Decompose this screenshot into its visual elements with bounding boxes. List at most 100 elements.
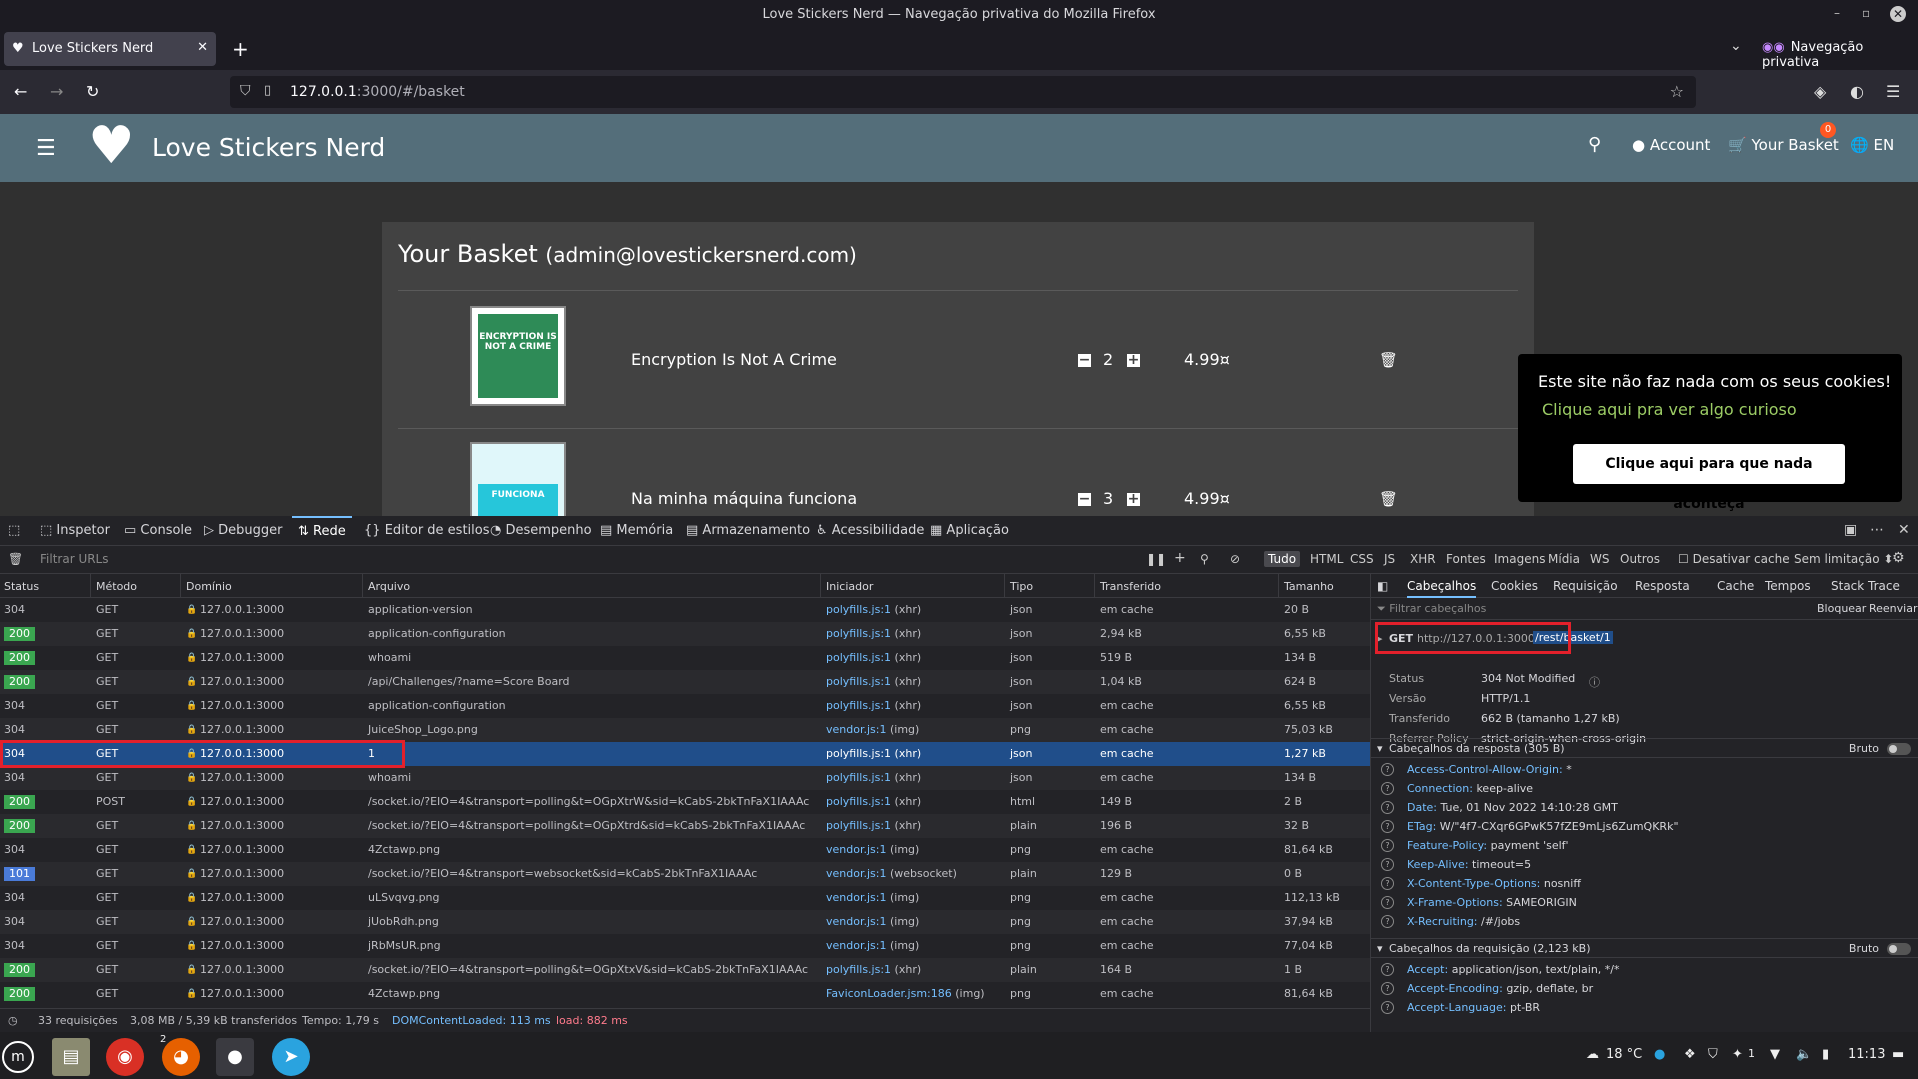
filter-headers-input[interactable]: ⏷ Filtrar cabeçalhos xyxy=(1377,602,1486,616)
filter-html[interactable]: HTML xyxy=(1310,552,1343,566)
raw-toggle[interactable] xyxy=(1887,943,1911,955)
header-row[interactable]: ? Connection: keep-alive xyxy=(1371,779,1918,798)
url-bar[interactable]: ⛉ ▯ 127.0.0.1:3000/#/basket ☆ xyxy=(230,76,1696,108)
help-icon[interactable]: ? xyxy=(1381,839,1394,852)
table-row[interactable]: 304 GET 🔒 127.0.0.1:3000 4Zctawp.png vendor.j… xyxy=(0,838,1370,862)
recorder-icon[interactable]: ● xyxy=(216,1038,254,1076)
column-header[interactable]: Método xyxy=(96,580,137,593)
search-icon[interactable]: ⚲ xyxy=(1200,552,1209,566)
resend-button[interactable]: Reenviar xyxy=(1869,602,1918,615)
help-icon[interactable]: ? xyxy=(1381,982,1394,995)
help-icon[interactable]: ? xyxy=(1381,963,1394,976)
app-brand[interactable]: Love Stickers Nerd xyxy=(152,133,385,162)
battery-icon[interactable]: ▮ xyxy=(1822,1047,1829,1062)
tab-headers[interactable]: Cabeçalhos xyxy=(1407,579,1477,598)
table-row[interactable]: 304 GET 🔒 127.0.0.1:3000 application-configu… xyxy=(0,694,1370,718)
decrease-quantity-button[interactable]: − xyxy=(1078,353,1091,367)
tool-application[interactable]: ▦ Aplicação xyxy=(930,516,1009,546)
filter-css[interactable]: CSS xyxy=(1350,552,1374,566)
initiator-cell[interactable]: FaviconLoader.jsm:186 (img) xyxy=(826,982,985,1006)
initiator-cell[interactable]: polyfills.js:1 (xhr) xyxy=(826,766,921,790)
wifi-icon[interactable]: ▼ xyxy=(1770,1047,1780,1062)
block-icon[interactable]: ⊘ xyxy=(1230,552,1240,566)
column-header[interactable]: Transferido xyxy=(1100,580,1161,593)
tool-accessibility[interactable]: ♿ Acessibilidade xyxy=(816,516,924,546)
header-row[interactable]: ? Accept-Language: pt-BR xyxy=(1371,998,1918,1017)
initiator-link[interactable]: polyfills.js:1 xyxy=(826,651,891,664)
table-row[interactable]: 304 GET 🔒 127.0.0.1:3000 application-version… xyxy=(0,598,1370,622)
initiator-link[interactable]: polyfills.js:1 xyxy=(826,963,891,976)
table-row[interactable]: 304 GET 🔒 127.0.0.1:3000 whoami polyfills.js:… xyxy=(0,766,1370,790)
heart-logo-icon[interactable]: ♥ xyxy=(88,120,135,172)
header-row[interactable]: ? Keep-Alive: timeout=5 xyxy=(1371,855,1918,874)
table-row[interactable]: 200 GET 🔒 127.0.0.1:3000 application-configu… xyxy=(0,622,1370,646)
initiator-cell[interactable]: polyfills.js:1 (xhr) xyxy=(826,958,921,982)
disable-cache-checkbox[interactable]: ☐ Desativar cache xyxy=(1678,552,1790,566)
increase-quantity-button[interactable]: + xyxy=(1127,353,1140,367)
initiator-cell[interactable]: vendor.js:1 (img) xyxy=(826,934,919,958)
settings-gear-icon[interactable]: ⚙ xyxy=(1892,550,1905,566)
firefox-icon[interactable]: ◕ xyxy=(162,1038,200,1076)
dock-icon[interactable]: ▣ xyxy=(1844,522,1857,538)
list-tabs-icon[interactable]: ⌄ xyxy=(1730,38,1742,54)
shield-tray-icon[interactable]: ⛉ xyxy=(1708,1047,1718,1062)
column-header[interactable]: Status xyxy=(4,580,39,593)
initiator-cell[interactable]: polyfills.js:1 (xhr) xyxy=(826,598,921,622)
close-tab-icon[interactable]: ✕ xyxy=(197,40,208,55)
column-header[interactable]: Tamanho xyxy=(1284,580,1334,593)
back-icon[interactable]: ← xyxy=(14,82,27,101)
tool-network[interactable]: ⇅ Rede xyxy=(292,516,352,546)
help-icon[interactable]: ? xyxy=(1381,877,1394,890)
maximize-icon[interactable]: ▫ xyxy=(1862,6,1870,20)
help-icon[interactable]: ? xyxy=(1381,820,1394,833)
help-icon[interactable]: ? xyxy=(1381,801,1394,814)
header-row[interactable]: ? Accept: application/json, text/plain, *… xyxy=(1371,960,1918,979)
initiator-cell[interactable]: polyfills.js:1 (xhr) xyxy=(826,670,921,694)
chrome-icon[interactable]: ◉ xyxy=(106,1038,144,1076)
delete-icon[interactable]: 🗑 xyxy=(1379,490,1398,508)
initiator-link[interactable]: vendor.js:1 xyxy=(826,723,886,736)
initiator-cell[interactable]: vendor.js:1 (img) xyxy=(826,718,919,742)
help-icon[interactable]: ? xyxy=(1381,782,1394,795)
header-row[interactable]: ? X-Content-Type-Options: nosniff xyxy=(1371,874,1918,893)
filter-all[interactable]: Tudo xyxy=(1264,551,1301,567)
help-icon[interactable]: ? xyxy=(1381,915,1394,928)
close-window-icon[interactable]: ✕ xyxy=(1890,6,1906,22)
help-icon[interactable]: ⓘ xyxy=(1589,674,1600,690)
initiator-cell[interactable]: polyfills.js:1 (xhr) xyxy=(826,814,921,838)
minimize-icon[interactable]: – xyxy=(1834,6,1840,20)
column-header[interactable]: Iniciador xyxy=(826,580,873,593)
decrease-quantity-button[interactable]: − xyxy=(1078,492,1091,506)
tool-performance[interactable]: ◔ Desempenho xyxy=(490,516,592,546)
initiator-cell[interactable]: vendor.js:1 (img) xyxy=(826,886,919,910)
filter-media[interactable]: Mídia xyxy=(1548,552,1580,566)
pick-element-icon[interactable]: ⬚ xyxy=(8,516,20,546)
more-options-icon[interactable]: ⋯ xyxy=(1870,522,1884,538)
throttling-select[interactable]: Sem limitação ⬍ xyxy=(1794,552,1893,566)
header-row[interactable]: ? Access-Control-Allow-Origin: * xyxy=(1371,760,1918,779)
initiator-link[interactable]: FaviconLoader.jsm:186 xyxy=(826,987,952,1000)
initiator-link[interactable]: vendor.js:1 xyxy=(826,891,886,904)
toggle-panel-icon[interactable]: ◧ xyxy=(1377,579,1388,593)
initiator-link[interactable]: vendor.js:1 xyxy=(826,867,886,880)
initiator-link[interactable]: polyfills.js:1 xyxy=(826,747,891,760)
hamburger-menu-icon[interactable]: ☰ xyxy=(1886,82,1900,101)
help-icon[interactable]: ? xyxy=(1381,896,1394,909)
cookie-dismiss-button[interactable]: Clique aqui para que nada aconteça xyxy=(1573,444,1845,512)
initiator-link[interactable]: polyfills.js:1 xyxy=(826,819,891,832)
account-icon[interactable]: ◐ xyxy=(1850,82,1864,101)
help-icon[interactable]: ? xyxy=(1381,763,1394,776)
volume-icon[interactable]: 🔈 xyxy=(1796,1047,1812,1062)
initiator-link[interactable]: polyfills.js:1 xyxy=(826,675,891,688)
filter-other[interactable]: Outros xyxy=(1620,552,1660,566)
close-devtools-icon[interactable]: ✕ xyxy=(1898,522,1910,538)
tray-app-icon[interactable]: ❖ xyxy=(1684,1047,1696,1062)
browser-tab[interactable]: ♥ Love Stickers Nerd ✕ xyxy=(4,32,216,66)
trash-icon[interactable]: 🗑 xyxy=(8,552,23,566)
initiator-cell[interactable]: vendor.js:1 (img) xyxy=(826,838,919,862)
initiator-link[interactable]: vendor.js:1 xyxy=(826,843,886,856)
new-tab-button[interactable]: + xyxy=(232,37,249,61)
initiator-link[interactable]: polyfills.js:1 xyxy=(826,795,891,808)
initiator-cell[interactable]: vendor.js:1 (img) xyxy=(826,910,919,934)
filter-images[interactable]: Imagens xyxy=(1494,552,1545,566)
